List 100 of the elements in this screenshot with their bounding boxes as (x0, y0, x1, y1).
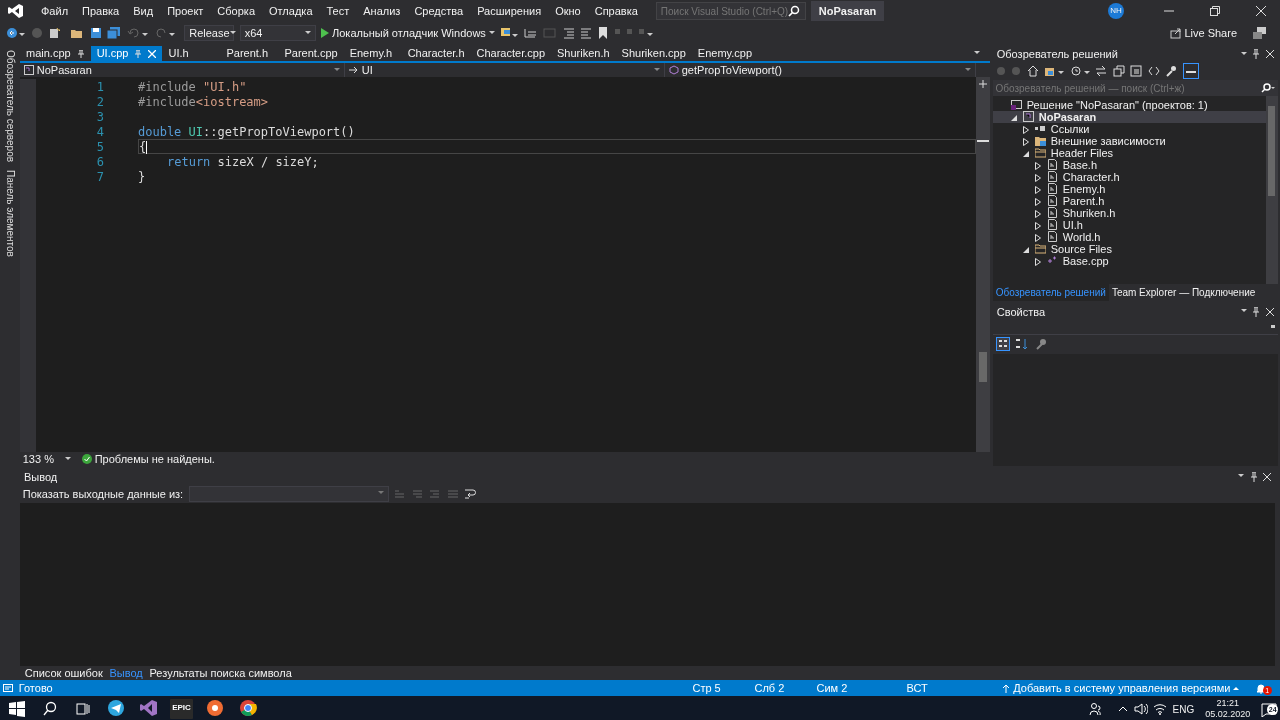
code-icon[interactable] (1147, 65, 1160, 77)
tree-item[interactable]: Base.cpp (992, 254, 1266, 267)
tree-item[interactable]: Ссылки (992, 122, 1266, 135)
editor-scrollbar[interactable] (976, 77, 990, 452)
sync-icon[interactable] (1095, 65, 1107, 77)
menu-item[interactable]: Окно (548, 2, 588, 20)
tab-list-dropdown-icon[interactable] (974, 51, 980, 56)
side-tab[interactable]: Панель элементов (2, 166, 18, 261)
close-icon[interactable] (1256, 6, 1266, 16)
user-avatar[interactable]: NH (1108, 3, 1124, 19)
search-icon[interactable] (1261, 83, 1275, 93)
platform-dropdown[interactable]: x64 (239, 25, 316, 41)
feedback-icon[interactable] (1252, 27, 1267, 39)
switch-views-icon[interactable] (1044, 65, 1064, 77)
back-icon[interactable] (5, 27, 26, 39)
tree-scrollbar[interactable] (1265, 96, 1278, 284)
panel-tab[interactable]: Обозреватель решений (992, 284, 1109, 301)
save-icon[interactable] (89, 27, 102, 39)
close-icon[interactable] (1265, 307, 1274, 316)
tree-item[interactable]: Parent.h (992, 194, 1266, 207)
editor-tab[interactable]: UI.h (162, 46, 221, 61)
editor-tab[interactable]: Parent.cpp (278, 46, 344, 61)
tree-item[interactable]: Внешние зависимости (992, 134, 1266, 147)
restore-icon[interactable] (1210, 6, 1220, 16)
tree-item[interactable]: Header Files (992, 146, 1266, 159)
bell-icon[interactable] (1255, 682, 1266, 694)
open-folder-icon[interactable] (70, 27, 84, 39)
preview-icon[interactable] (1182, 63, 1199, 79)
people-icon[interactable] (1088, 702, 1103, 716)
close-icon[interactable] (1265, 50, 1274, 58)
menu-item[interactable]: Файл (34, 2, 76, 20)
dropdown-icon[interactable] (1240, 309, 1247, 315)
categorized-icon[interactable] (995, 337, 1010, 352)
clock[interactable]: 21:21 05.02.2020 (1205, 698, 1251, 720)
menu-item[interactable]: Проект (160, 2, 211, 20)
volume-icon[interactable] (1133, 703, 1148, 715)
dropdown-icon[interactable] (1240, 51, 1247, 57)
tray-expand-icon[interactable] (1118, 706, 1129, 712)
pin-icon[interactable] (1252, 49, 1261, 59)
history-icon[interactable] (1069, 65, 1090, 77)
redo-icon[interactable] (154, 27, 176, 39)
home-icon[interactable] (1026, 65, 1039, 77)
toolbar-icon[interactable] (500, 26, 519, 40)
scroll-thumb[interactable] (979, 352, 987, 382)
language-indicator[interactable]: ENG (1172, 701, 1195, 717)
menu-item[interactable]: Средства (407, 2, 471, 20)
collapse-icon[interactable] (1112, 65, 1125, 77)
wifi-icon[interactable] (1153, 703, 1168, 715)
dropdown-icon[interactable] (1238, 474, 1244, 480)
editor-tab[interactable]: Enemy.h (343, 46, 402, 61)
menu-item[interactable]: Тест (319, 2, 357, 20)
collapsed-icon[interactable] (1034, 257, 1041, 266)
pin-icon[interactable] (1252, 306, 1261, 317)
bottom-tab[interactable]: Список ошибок (22, 664, 105, 682)
menu-item[interactable]: Расширения (470, 2, 549, 20)
tree-item[interactable]: Enemy.h (992, 182, 1266, 195)
tree-item[interactable]: Base.h (992, 158, 1266, 171)
source-control-button[interactable]: Добавить в систему управления версиями (1002, 679, 1240, 697)
editor-tab[interactable]: Shuriken.h (551, 46, 616, 61)
word-wrap-icon[interactable] (464, 487, 477, 500)
live-share-button[interactable]: Live Share (1169, 24, 1237, 42)
sort-alpha-icon[interactable] (1015, 338, 1029, 351)
bottom-tab[interactable]: Результаты поиска символа (147, 664, 294, 682)
search-field[interactable]: Поиск Visual Studio (Ctrl+Q) (655, 2, 806, 20)
menu-item[interactable]: Отладка (262, 2, 320, 20)
tree-item[interactable]: World.h (992, 230, 1266, 243)
save-all-icon[interactable] (107, 27, 121, 39)
expanded-icon[interactable] (1022, 150, 1029, 157)
start-debugging-button[interactable]: Локальный отладчик Windows (321, 24, 495, 42)
editor-tab[interactable]: main.cpp (20, 46, 91, 61)
pin-icon[interactable] (76, 49, 85, 58)
menu-item[interactable]: Анализ (356, 2, 408, 20)
undo-icon[interactable] (126, 27, 149, 39)
editor-tab[interactable]: Shuriken.cpp (615, 46, 692, 61)
editor-tab[interactable]: Character.cpp (470, 46, 551, 61)
tree-item[interactable]: Решение "NoPasaran" (проектов: 1) (992, 98, 1266, 111)
tree-item[interactable]: Shuriken.h (992, 206, 1266, 219)
bookmark-icon[interactable] (597, 27, 608, 39)
configuration-dropdown[interactable]: Release (184, 25, 235, 41)
wrench-icon[interactable] (1165, 65, 1177, 77)
side-tab[interactable]: Обозреватель серверов (2, 46, 18, 167)
expanded-icon[interactable] (1010, 114, 1017, 121)
show-files-icon[interactable] (1130, 65, 1142, 77)
tree-item[interactable]: NoPasaran (992, 110, 1266, 123)
menu-item[interactable]: Правка (75, 2, 127, 20)
split-icon[interactable] (979, 80, 987, 88)
pin-icon[interactable] (1249, 471, 1258, 482)
close-icon[interactable] (1263, 472, 1271, 481)
editor-tab[interactable]: Parent.h (220, 46, 279, 61)
property-pages-icon[interactable] (1034, 338, 1047, 351)
menu-item[interactable]: Вид (126, 2, 161, 20)
expanded-icon[interactable] (1022, 246, 1029, 253)
editor-tab[interactable]: Enemy.cpp (691, 46, 759, 61)
menu-item[interactable]: Сборка (210, 2, 262, 20)
panel-tab[interactable]: Team Explorer — Подключение (1108, 284, 1259, 301)
zoom-dropdown[interactable]: 133 % (22, 450, 71, 468)
tree-item[interactable]: UI.h (992, 218, 1266, 231)
tree-item[interactable]: Source Files (992, 242, 1266, 255)
editor-tab[interactable]: Character.h (401, 46, 471, 61)
menu-item[interactable]: Справка (587, 2, 645, 20)
